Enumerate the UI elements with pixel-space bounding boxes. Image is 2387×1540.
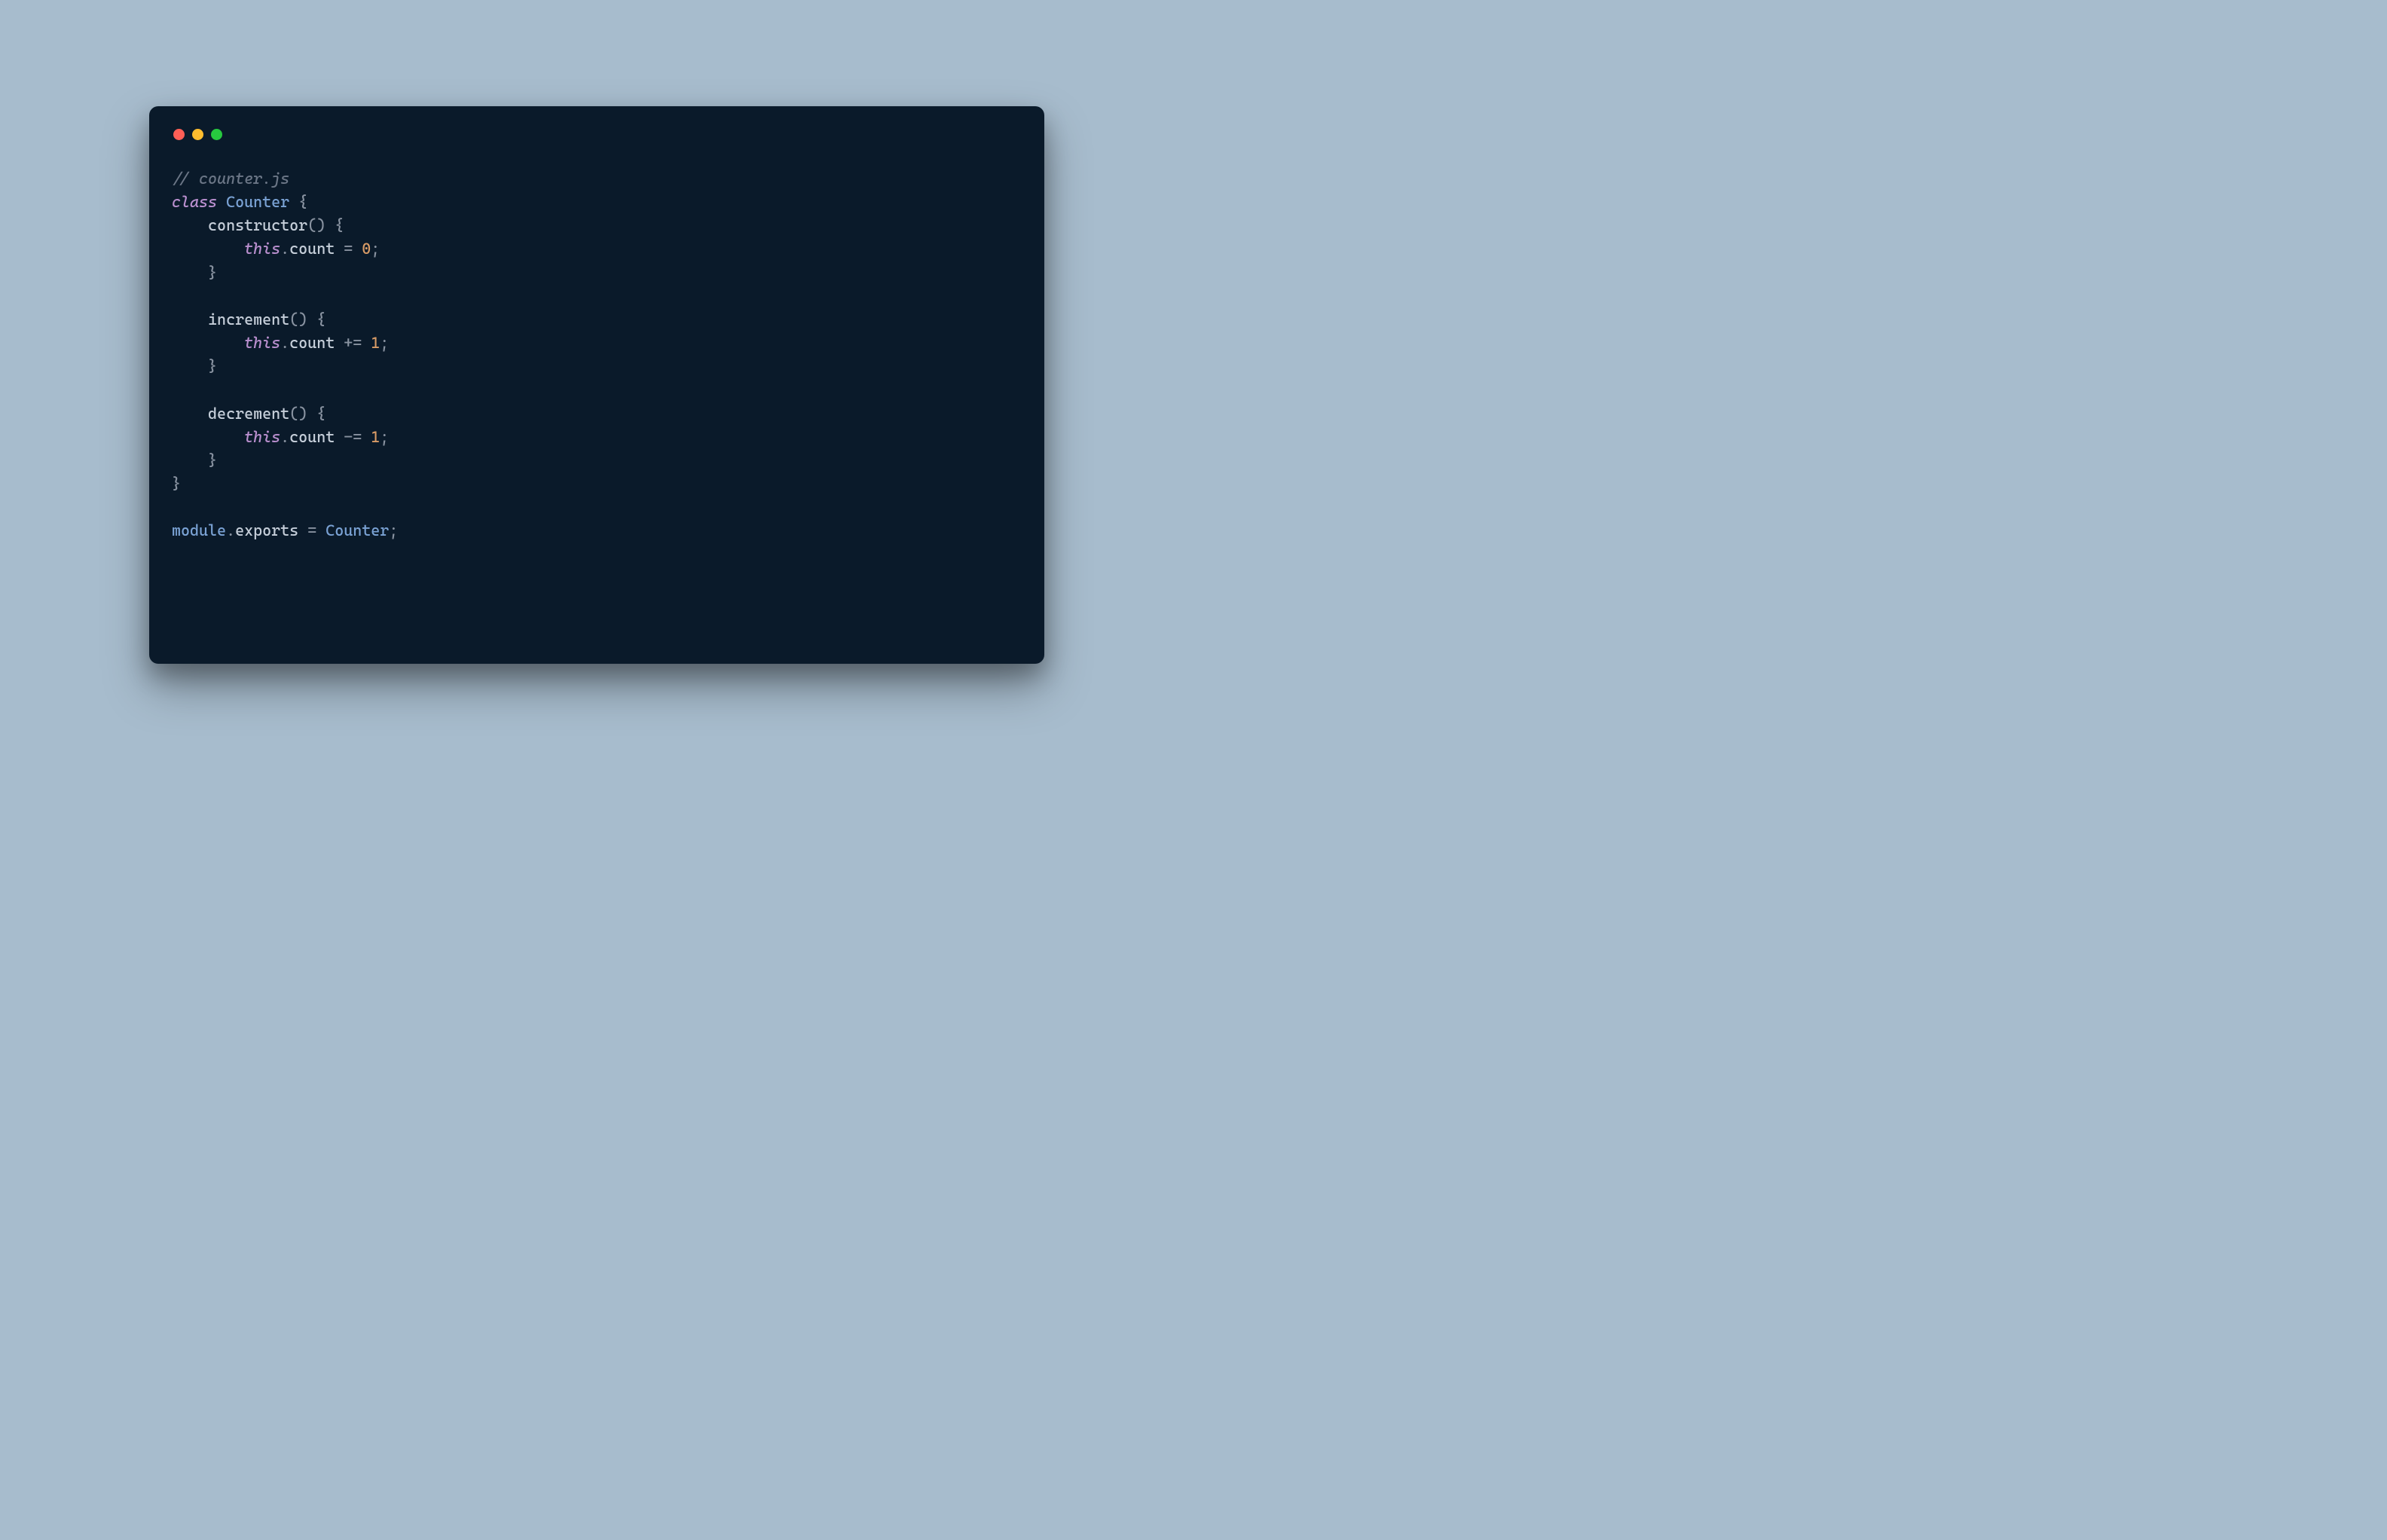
dot: . [280, 240, 289, 258]
brace: { [298, 193, 307, 211]
class-name: Counter [226, 193, 289, 211]
semicolon: ; [371, 240, 380, 258]
prop-count: count [289, 240, 335, 258]
dot: . [280, 334, 289, 352]
brace: } [208, 357, 217, 375]
num-one: 1 [371, 334, 380, 352]
parens: () [289, 405, 307, 423]
dot: . [280, 428, 289, 446]
close-icon[interactable] [173, 129, 185, 140]
brace: } [208, 264, 217, 282]
brace: { [316, 310, 326, 328]
keyword-class: class [172, 193, 217, 211]
code-window: // counter.js class Counter { constructo… [149, 106, 1044, 664]
semicolon: ; [389, 521, 398, 539]
fn-constructor: constructor [208, 216, 307, 234]
code-block: // counter.js class Counter { constructo… [172, 167, 1022, 543]
prop-count: count [289, 334, 335, 352]
op-plus-assign: += [344, 334, 362, 352]
dot: . [226, 521, 235, 539]
prop-exports: exports [235, 521, 298, 539]
prop-count: count [289, 428, 335, 446]
parens: () [307, 216, 326, 234]
op-assign: = [307, 521, 316, 539]
op-assign: = [344, 240, 353, 258]
ident-module: module [172, 521, 226, 539]
num-zero: 0 [362, 240, 371, 258]
parens: () [289, 310, 307, 328]
code-comment: // counter.js [172, 170, 289, 188]
traffic-lights [173, 129, 1022, 140]
brace: { [316, 405, 326, 423]
brace: } [172, 475, 181, 493]
brace: } [208, 451, 217, 469]
semicolon: ; [380, 334, 389, 352]
op-minus-assign: -= [344, 428, 362, 446]
maximize-icon[interactable] [211, 129, 222, 140]
keyword-this: this [244, 428, 280, 446]
minimize-icon[interactable] [192, 129, 203, 140]
brace: { [335, 216, 344, 234]
keyword-this: this [244, 334, 280, 352]
fn-decrement: decrement [208, 405, 289, 423]
ident-counter: Counter [326, 521, 389, 539]
semicolon: ; [380, 428, 389, 446]
fn-increment: increment [208, 310, 289, 328]
num-one: 1 [371, 428, 380, 446]
keyword-this: this [244, 240, 280, 258]
